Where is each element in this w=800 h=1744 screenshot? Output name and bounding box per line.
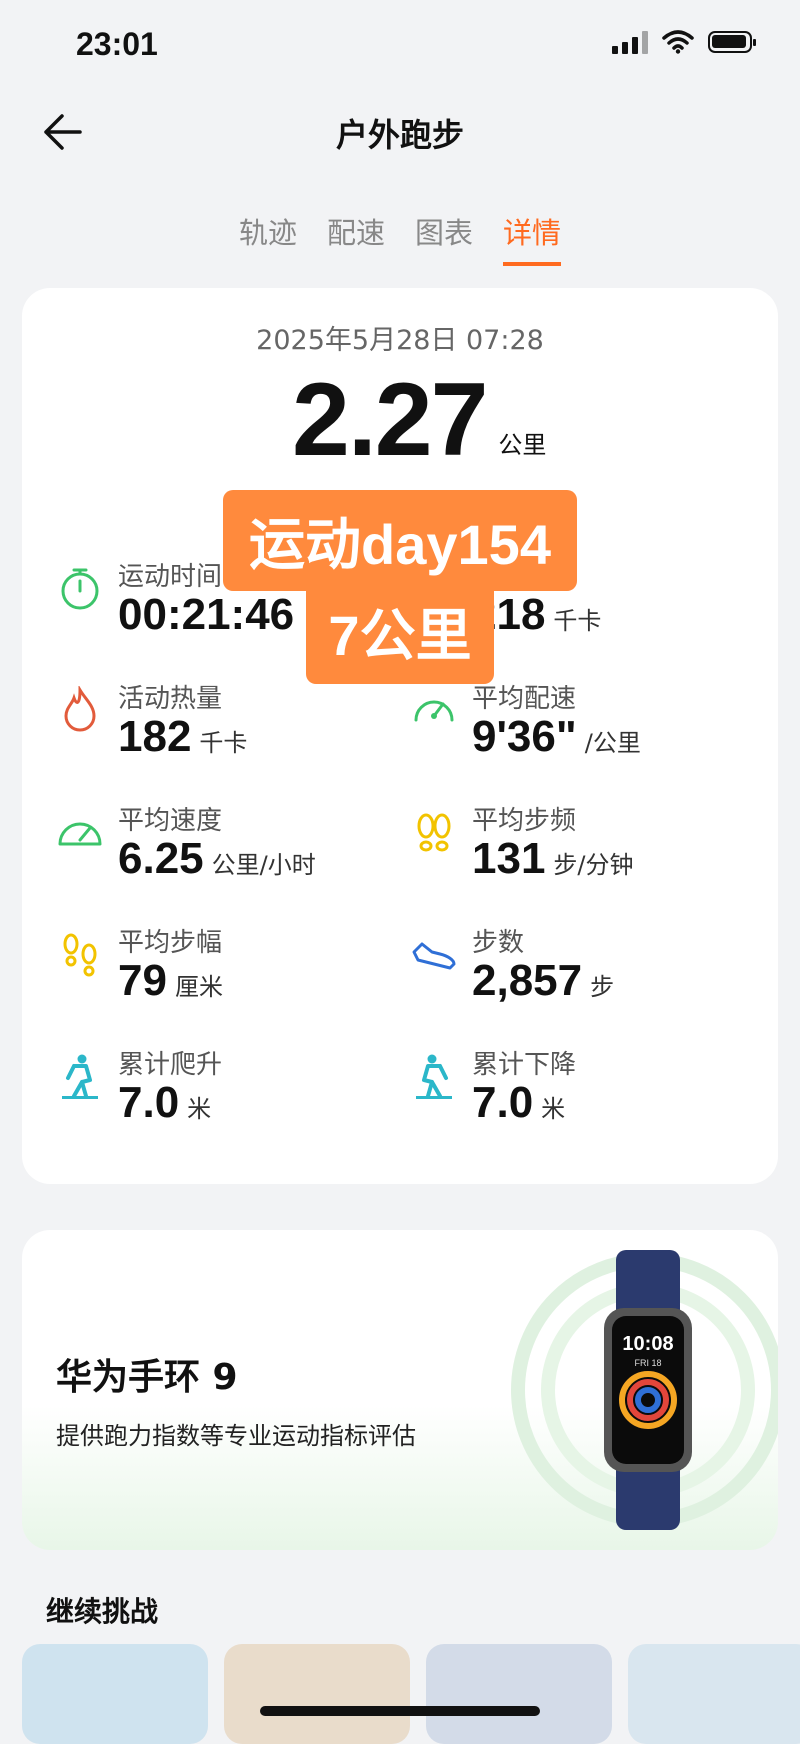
tab-pace[interactable]: 配速 bbox=[327, 210, 385, 266]
metric-unit: 厘米 bbox=[174, 973, 223, 1001]
metric-label: 总热量 bbox=[472, 562, 551, 592]
metric-value: 131 bbox=[472, 834, 546, 883]
metric-duration: 运动时间 00:21:46 bbox=[56, 556, 386, 646]
metric-total-calories: 总热量 218 千卡 bbox=[410, 556, 740, 646]
metric-unit: /公里 bbox=[584, 729, 641, 757]
hiker-icon bbox=[416, 1054, 452, 1099]
distance-value: 2.27 bbox=[292, 362, 488, 478]
header: 户外跑步 bbox=[0, 100, 800, 160]
tab-chart[interactable]: 图表 bbox=[415, 210, 473, 266]
status-bar: 23:01 bbox=[0, 0, 800, 90]
metric-value: 79 bbox=[118, 956, 167, 1005]
metric-value: 218 bbox=[472, 590, 546, 639]
metric-label: 步数 bbox=[472, 928, 525, 958]
stopwatch-icon bbox=[61, 568, 99, 610]
challenge-thumb[interactable] bbox=[426, 1644, 612, 1744]
metric-label: 运动时间 bbox=[118, 562, 223, 592]
footprints-icon bbox=[417, 813, 451, 852]
metric-unit: 步/分钟 bbox=[553, 851, 634, 879]
metric-value: 7.0 bbox=[472, 1078, 534, 1127]
metric-avg-stride: 平均步幅 79 厘米 bbox=[56, 922, 386, 1012]
challenge-list bbox=[22, 1644, 800, 1744]
activity-date: 2025年5月28日 07:28 bbox=[256, 325, 544, 356]
wifi-icon bbox=[662, 30, 694, 54]
flame-icon bbox=[64, 686, 96, 732]
metric-unit: 千卡 bbox=[199, 729, 248, 757]
tab-bar: 轨迹 配速 图表 详情 bbox=[0, 210, 800, 266]
metric-unit: 步 bbox=[590, 973, 615, 1001]
metric-label: 活动热量 bbox=[118, 684, 223, 714]
metric-value: 00:21:46 bbox=[118, 590, 295, 639]
metric-label: 累计爬升 bbox=[118, 1050, 223, 1080]
metric-avg-cadence: 平均步频 131 步/分钟 bbox=[410, 800, 740, 890]
metric-avg-pace: 平均配速 9'36"/公里 bbox=[410, 678, 740, 768]
signal-icon bbox=[612, 30, 648, 54]
metric-unit: 米 bbox=[187, 1095, 212, 1123]
challenge-thumb[interactable] bbox=[628, 1644, 800, 1744]
metric-value: 6.25 bbox=[118, 834, 204, 883]
shoe-icon bbox=[412, 942, 456, 970]
distance-display: 2.27 公里 bbox=[292, 368, 546, 472]
activity-summary-card: 2025年5月28日 07:28 2.27 公里 运动时间 00:21:46 总… bbox=[22, 288, 778, 1184]
distance-unit: 公里 bbox=[498, 431, 547, 459]
metric-avg-speed: 平均速度 6.25 公里/小时 bbox=[56, 800, 386, 890]
promo-card[interactable]: 华为手环 9 提供跑力指数等专业运动指标评估 10:08 FRI 18 bbox=[22, 1230, 778, 1550]
speedometer-icon bbox=[414, 700, 454, 722]
status-icons bbox=[612, 30, 756, 54]
watch-time: 10:08 bbox=[622, 1333, 673, 1355]
metric-label: 平均步幅 bbox=[118, 928, 223, 958]
challenge-thumb[interactable] bbox=[224, 1644, 410, 1744]
metric-descent: 累计下降 7.0 米 bbox=[410, 1044, 740, 1134]
metric-label: 累计下降 bbox=[472, 1050, 577, 1080]
metric-steps: 步数 2,857 步 bbox=[410, 922, 740, 1012]
metric-label: 平均配速 bbox=[472, 684, 577, 714]
flame-icon bbox=[418, 564, 450, 610]
metric-value: 2,857 bbox=[472, 956, 583, 1005]
metric-unit: 千卡 bbox=[553, 607, 602, 635]
metric-value: 182 bbox=[118, 712, 192, 761]
metric-active-calories: 活动热量 182 千卡 bbox=[56, 678, 386, 768]
section-title: 继续挑战 bbox=[46, 1595, 159, 1628]
smart-band-image: 10:08 FRI 18 bbox=[511, 1250, 778, 1530]
speedometer-icon bbox=[58, 822, 102, 846]
tab-details[interactable]: 详情 bbox=[503, 210, 562, 266]
tab-track[interactable]: 轨迹 bbox=[239, 210, 297, 266]
metric-ascent: 累计爬升 7.0 米 bbox=[56, 1044, 386, 1134]
home-indicator[interactable] bbox=[260, 1706, 540, 1716]
status-time: 23:01 bbox=[76, 26, 158, 62]
hiker-icon bbox=[62, 1054, 98, 1099]
promo-subtitle: 提供跑力指数等专业运动指标评估 bbox=[56, 1422, 416, 1450]
battery-icon bbox=[708, 31, 756, 53]
metric-value: 7.0 bbox=[118, 1078, 180, 1127]
challenge-thumb[interactable] bbox=[22, 1644, 208, 1744]
promo-title: 华为手环 9 bbox=[56, 1357, 238, 1398]
page-title: 户外跑步 bbox=[335, 116, 464, 154]
metric-unit: 公里/小时 bbox=[211, 851, 316, 879]
metric-label: 平均速度 bbox=[118, 806, 223, 836]
footprints-icon bbox=[63, 933, 97, 977]
metric-unit: 米 bbox=[541, 1095, 566, 1123]
watch-date: FRI 18 bbox=[634, 1358, 661, 1368]
metric-value: 9'36" bbox=[472, 712, 577, 761]
metric-label: 平均步频 bbox=[472, 806, 577, 836]
